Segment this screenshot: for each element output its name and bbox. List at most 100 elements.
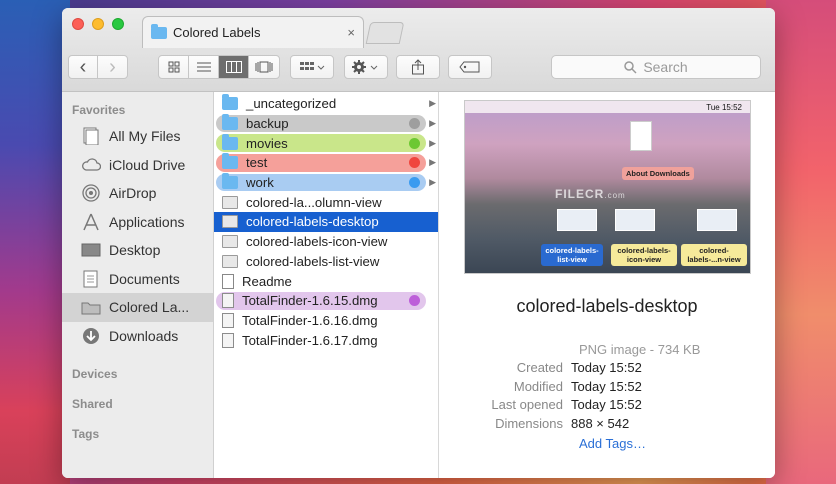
back-button[interactable]: ‹ (69, 56, 99, 78)
image-file-icon (222, 195, 238, 209)
disk-image-icon (222, 332, 234, 348)
search-input[interactable]: Search (551, 55, 761, 79)
list-item[interactable]: TotalFinder-1.6.15.dmg (214, 291, 438, 311)
color-tag-dot (409, 118, 420, 130)
list-item[interactable]: _uncategorized ▶ (214, 94, 438, 114)
new-tab-button[interactable] (365, 22, 405, 44)
disk-image-icon (222, 312, 234, 328)
sidebar-item-airdrop[interactable]: AirDrop (62, 179, 213, 208)
arrange-button[interactable] (290, 55, 334, 79)
document-icon (222, 273, 234, 289)
cloud-icon (80, 156, 102, 174)
cover-flow-icon (255, 61, 273, 73)
sidebar-item-label: Desktop (109, 242, 161, 259)
preview-thumbnail: Tue 15:52 About Downloads colored-labels… (464, 100, 751, 274)
preview-metadata: Created Today 15:52 Modified Today 15:52 L… (439, 360, 774, 434)
thumb-label-icon-view: colored-labels-icon-view (611, 244, 677, 266)
back-forward-control: ‹ › (68, 55, 128, 79)
meta-row-last-opened: Last opened Today 15:52 (491, 397, 642, 413)
gear-icon (352, 60, 378, 74)
downloads-icon (80, 327, 102, 345)
meta-row-dimensions: Dimensions 888 × 542 (495, 415, 630, 431)
preview-kind: PNG image - 734 KB (579, 342, 701, 357)
list-item[interactable]: backup ▶ (214, 114, 438, 134)
list-item[interactable]: colored-labels-list-view (214, 252, 438, 272)
sidebar-item-desktop[interactable]: Desktop (62, 236, 213, 265)
file-name: movies (246, 135, 288, 151)
list-item[interactable]: colored-la...olumn-view (214, 192, 438, 212)
sidebar-item-label: Documents (109, 270, 180, 287)
shared-header[interactable]: Shared (62, 386, 213, 416)
forward-button[interactable]: › (98, 56, 127, 78)
toolbar: ‹ › Search (62, 55, 775, 81)
list-item[interactable]: movies ▶ (214, 133, 438, 153)
sidebar-item-label: iCloud Drive (109, 156, 186, 173)
airdrop-icon (80, 184, 102, 202)
sidebar-item-colored-labels[interactable]: Colored La... (62, 293, 213, 322)
color-tag-dot (409, 137, 420, 149)
folder-icon (151, 23, 167, 39)
list-item[interactable]: TotalFinder-1.6.16.dmg (214, 311, 438, 331)
list-view-button[interactable] (189, 56, 219, 78)
file-name: TotalFinder-1.6.16.dmg (242, 312, 378, 328)
file-name: TotalFinder-1.6.17.dmg (242, 332, 378, 348)
column-view-button[interactable] (219, 56, 249, 78)
file-name: Readme (242, 273, 292, 289)
folder-icon (222, 173, 238, 190)
preview-pane: Tue 15:52 About Downloads colored-labels… (439, 92, 775, 478)
list-item[interactable]: test ▶ (214, 153, 438, 173)
list-item[interactable]: Readme (214, 271, 438, 291)
sidebar-item-downloads[interactable]: Downloads (62, 322, 213, 351)
icon-view-button[interactable] (159, 56, 189, 78)
tab-colored-labels[interactable]: Colored Labels × (142, 16, 364, 48)
tags-header[interactable]: Tags (62, 416, 213, 446)
disclosure-arrow-icon: ▶ (429, 137, 436, 148)
folder-icon (222, 94, 238, 111)
file-name: colored-labels-list-view (246, 253, 380, 269)
desktop-wallpaper-left (0, 0, 70, 484)
list-item[interactable]: work ▶ (214, 173, 438, 193)
action-button[interactable] (344, 55, 388, 79)
list-item[interactable]: TotalFinder-1.6.17.dmg (214, 330, 438, 350)
all-files-icon (80, 127, 102, 146)
desktop-icon (80, 241, 102, 259)
folder-icon (222, 153, 238, 170)
disclosure-arrow-icon: ▶ (429, 157, 436, 168)
sidebar-item-documents[interactable]: Documents (62, 265, 213, 294)
disclosure-arrow-icon: ▶ (429, 177, 436, 188)
image-file-icon (222, 215, 238, 229)
sidebar-item-label: Downloads (109, 327, 179, 344)
thumb-mini-window (615, 209, 655, 231)
sidebar-item-icloud-drive[interactable]: iCloud Drive (62, 151, 213, 180)
thumb-label-list-view: colored-labels-list-view (541, 244, 603, 266)
sidebar-item-label: Applications (109, 213, 185, 230)
file-name: test (246, 155, 268, 171)
chevron-right-icon: › (109, 56, 116, 78)
devices-header[interactable]: Devices (62, 356, 213, 386)
desktop-wallpaper-right (766, 0, 836, 484)
search-placeholder: Search (643, 59, 688, 75)
list-item[interactable]: colored-labels-icon-view (214, 232, 438, 252)
thumb-label-column-view: colored-labels-...n-view (681, 244, 747, 266)
cover-flow-button[interactable] (249, 56, 279, 78)
file-name: colored-la...olumn-view (246, 194, 382, 210)
folder-icon (222, 114, 238, 131)
thumb-label-about-downloads: About Downloads (622, 167, 694, 180)
zoom-window-button[interactable] (112, 18, 124, 30)
share-button[interactable] (396, 55, 440, 79)
edit-tags-button[interactable] (448, 55, 492, 79)
add-tags-link[interactable]: Add Tags… (579, 436, 646, 451)
list-item[interactable]: colored-labels-desktop (214, 212, 438, 232)
share-icon (412, 59, 424, 75)
applications-icon (80, 213, 102, 231)
sidebar-item-applications[interactable]: Applications (62, 208, 213, 237)
disk-image-icon (222, 293, 234, 309)
sidebar-item-label: Colored La... (109, 299, 190, 316)
minimize-window-button[interactable] (92, 18, 104, 30)
sidebar-item-label: AirDrop (109, 185, 157, 202)
close-window-button[interactable] (72, 18, 84, 30)
sidebar-item-all-my-files[interactable]: All My Files (62, 122, 213, 151)
tab-close-icon[interactable]: × (347, 25, 355, 40)
list-view-icon (196, 62, 211, 72)
file-name: colored-labels-desktop (246, 214, 379, 230)
